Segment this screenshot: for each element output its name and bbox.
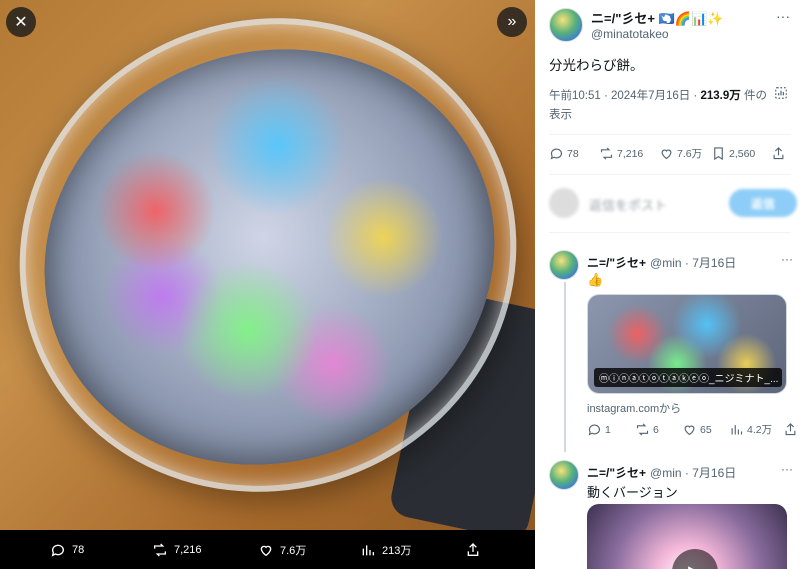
like-button[interactable]: 65 [682,422,712,437]
reply-text: 👍 [587,272,604,287]
views-icon [731,425,743,435]
tweet-text: 分光わらび餅。 [549,58,644,73]
tweet-photo[interactable] [0,0,535,562]
views-count: 4.2万 [747,424,773,436]
author-row: ニ=/"彡セ+ 🇦🇶🌈📊✨ @minatotakeo [549,8,723,42]
video-thumbnail[interactable]: ▶ [587,504,787,569]
views-icon [362,544,374,555]
media-reply-button[interactable]: 78 [50,542,84,558]
reply-header: ニ=/"彡セ+ @min · 7月16日 [587,254,736,271]
bookmark-button[interactable]: 2,560 [711,146,755,161]
reply-text: 動くバージョン [587,485,678,500]
analytics-icon[interactable] [774,86,788,103]
views-button[interactable]: 4.2万 [729,422,772,437]
reply-input[interactable]: 返信をポスト [589,195,667,214]
author-display-name[interactable]: ニ=/"彡セ+ 🇦🇶🌈📊✨ [591,8,723,27]
heart-icon [684,425,695,436]
reply-icon [588,424,601,436]
repost-count: 6 [653,423,659,436]
link-card-image[interactable]: ⓜⓘⓝⓐⓣⓞⓣⓐⓚⓔⓞ_ニジミナト_... [587,294,787,394]
link-card-title: ⓜⓘⓝⓐⓣⓞⓣⓐⓚⓔⓞ_ニジミナト_... [594,368,782,387]
thread-reply[interactable]: ニ=/"彡セ+ @min · 7月16日 ··· 👍 ⓜⓘⓝⓐⓣⓞⓣⓐⓚⓔⓞ_ニ… [549,250,799,450]
repost-icon [154,543,166,556]
reply-meta[interactable]: @min · 7月16日 [650,464,736,481]
media-views-count: 213万 [382,544,412,557]
reply-action-row: 1 6 65 4.2万 [587,422,797,438]
reply-meta[interactable]: @min · 7月16日 [650,254,736,271]
heart-icon [260,545,272,556]
media-reply-count: 78 [72,543,85,556]
media-viewer: ✕ » 78 7,216 7.6万 213万 [0,0,535,569]
reply-icon [550,148,563,160]
reply-button[interactable]: 78 [549,146,579,161]
more-icon[interactable]: ··· [781,462,793,476]
reply-button[interactable]: 1 [587,422,611,437]
repost-icon [636,423,649,436]
divider [549,232,791,233]
tweet-action-row: 78 7,216 7.6万 2,560 [549,146,794,164]
author-handle[interactable]: @minatotakeo [591,27,723,41]
play-icon[interactable]: ▶ [672,549,718,569]
like-count: 65 [700,423,712,436]
reply-composer: 返信をポスト 返信 [549,186,799,222]
divider [549,134,791,135]
media-repost-count: 7,216 [174,543,202,556]
repost-icon [600,147,613,160]
repost-count: 7,216 [617,147,644,160]
app: ✕ » 78 7,216 7.6万 213万 ニ=/"彡セ+ 🇦🇶🌈📊✨ @mi… [0,0,800,569]
media-like-count: 7.6万 [280,544,307,557]
author-names: ニ=/"彡セ+ 🇦🇶🌈📊✨ @minatotakeo [591,8,723,42]
link-card-source[interactable]: instagram.comから [587,400,681,416]
bookmark-icon [714,147,723,161]
more-icon[interactable]: ··· [776,8,790,24]
tweet-panel: ニ=/"彡セ+ 🇦🇶🌈📊✨ @minatotakeo ··· 分光わらび餅。 午… [535,0,800,569]
tweet-views-count: 213.9万 [700,90,741,102]
expand-panel-button[interactable]: » [497,7,527,37]
divider [549,174,791,175]
avatar [549,188,579,218]
share-button[interactable] [771,146,786,161]
reply-header: ニ=/"彡セ+ @min · 7月16日 [587,464,736,481]
media-share-button[interactable] [465,542,481,558]
close-icon: ✕ [14,14,28,31]
tweet-time[interactable]: 午前10:51 · 2024年7月16日 · [549,90,701,102]
reply-count: 78 [567,147,579,160]
share-icon [785,423,796,436]
close-button[interactable]: ✕ [6,7,36,37]
media-views-button[interactable]: 213万 [360,542,411,558]
double-chevron-right-icon: » [507,13,517,30]
share-icon [773,147,784,160]
tweet-meta: 午前10:51 · 2024年7月16日 · 213.9万 件の表示 [549,87,769,125]
share-button[interactable] [783,422,798,437]
reply-submit-button[interactable]: 返信 [729,189,797,217]
repost-button[interactable]: 6 [635,422,659,437]
avatar[interactable] [549,460,579,490]
reply-display-name[interactable]: ニ=/"彡セ+ [587,464,646,481]
media-like-button[interactable]: 7.6万 [258,542,306,558]
share-icon [467,542,479,556]
heart-icon [661,149,672,160]
reply-icon [51,544,64,557]
reply-count: 1 [605,423,611,436]
like-count: 7.6万 [677,148,703,160]
thread-reply[interactable]: ニ=/"彡セ+ @min · 7月16日 ··· 動くバージョン ▶ [549,460,799,569]
like-button[interactable]: 7.6万 [659,146,702,161]
avatar[interactable] [549,250,579,280]
media-repost-button[interactable]: 7,216 [152,542,202,558]
avatar[interactable] [549,8,583,42]
reply-display-name[interactable]: ニ=/"彡セ+ [587,254,646,271]
media-action-bar: 78 7,216 7.6万 213万 [0,530,535,569]
repost-button[interactable]: 7,216 [599,146,643,161]
bookmark-count: 2,560 [729,147,756,160]
more-icon[interactable]: ··· [781,252,793,266]
